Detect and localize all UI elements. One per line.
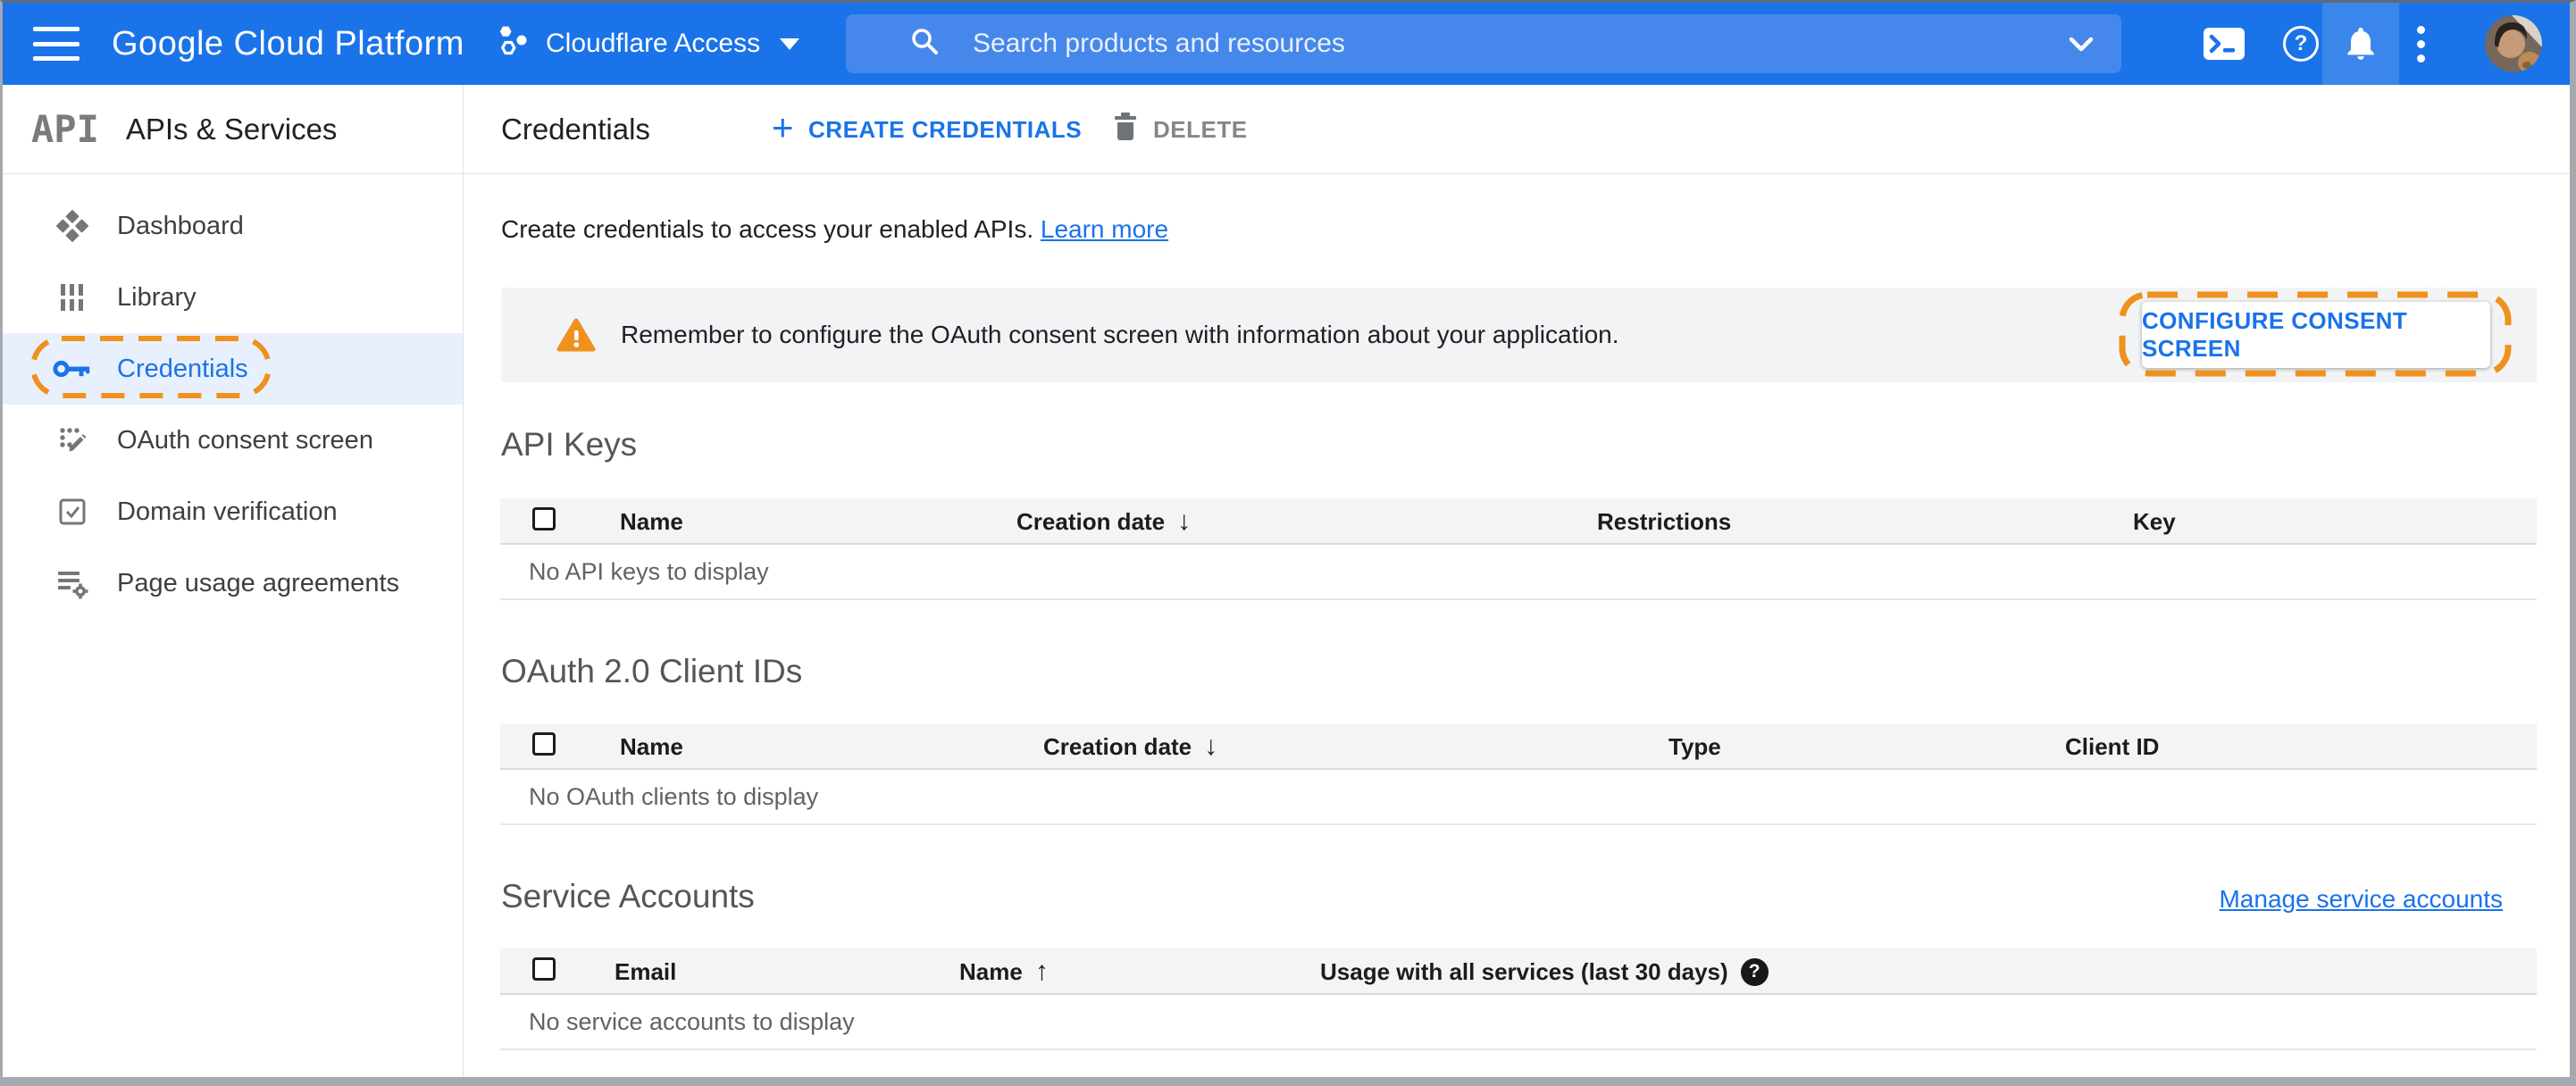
- project-caret-icon: [780, 38, 800, 50]
- column-header-creation-date[interactable]: Creation date ↓: [1043, 723, 1217, 770]
- plus-icon: +: [772, 105, 795, 148]
- column-header-creation-date[interactable]: Creation date ↓: [1016, 498, 1191, 545]
- user-avatar[interactable]: [2485, 15, 2542, 72]
- project-name: Cloudflare Access: [546, 29, 761, 58]
- browser-window: Google Cloud Platform Cloudflare Access: [0, 0, 2576, 1086]
- trash-icon: [1112, 111, 1139, 149]
- table-header-row: Name Creation date ↓ Type Client ID: [500, 723, 2537, 770]
- empty-state-row: No OAuth clients to display: [500, 770, 2537, 825]
- empty-state-row: No API keys to display: [500, 545, 2537, 600]
- configure-consent-screen-button[interactable]: CONFIGURE CONSENT SCREEN: [2142, 302, 2490, 368]
- table-header-row: Email Name ↑ Usage with all services (la…: [500, 948, 2537, 995]
- library-icon: [53, 281, 92, 313]
- column-header-name[interactable]: Name ↑: [959, 948, 1049, 995]
- sidebar-header: API APIs & Services: [3, 85, 463, 174]
- sidebar-item-domain-verification[interactable]: Domain verification: [3, 476, 463, 547]
- page-toolbar: Credentials + CREATE CREDENTIALS DELETE: [464, 85, 2570, 174]
- help-filled-icon[interactable]: ?: [1740, 957, 1769, 986]
- manage-service-accounts-link[interactable]: Manage service accounts: [2219, 885, 2503, 914]
- oauth-clients-table: Name Creation date ↓ Type Client ID No O…: [500, 723, 2537, 825]
- gcp-logo[interactable]: Google Cloud Platform: [112, 3, 464, 85]
- api-product-logo: API: [31, 107, 99, 151]
- sidebar-title: APIs & Services: [125, 112, 338, 146]
- section-title-api-keys: API Keys: [501, 426, 638, 463]
- consent-warning-banner: Remember to configure the OAuth consent …: [501, 288, 2537, 382]
- create-credentials-button[interactable]: + CREATE CREDENTIALS: [772, 85, 1082, 174]
- menu-icon[interactable]: [33, 27, 79, 61]
- sidebar-item-dashboard[interactable]: Dashboard: [3, 190, 463, 262]
- top-app-bar: Google Cloud Platform Cloudflare Access: [3, 3, 2570, 85]
- sidebar-item-library[interactable]: Library: [3, 262, 463, 333]
- sort-asc-icon: ↑: [1034, 957, 1049, 986]
- sort-desc-icon: ↓: [1177, 506, 1192, 536]
- sidebar-item-label: Domain verification: [117, 497, 338, 526]
- sidebar-item-page-usage-agreements[interactable]: Page usage agreements: [3, 547, 463, 619]
- page-title: Credentials: [501, 113, 650, 146]
- column-header-type[interactable]: Type: [1669, 723, 1721, 770]
- oauth-consent-icon: [53, 425, 92, 455]
- empty-state-row: No service accounts to display: [500, 995, 2537, 1050]
- search-bar[interactable]: [846, 14, 2121, 73]
- banner-message: Remember to configure the OAuth consent …: [621, 321, 1619, 348]
- dashboard-icon: [53, 210, 92, 242]
- select-all-checkbox[interactable]: [532, 732, 556, 756]
- intro-text: Create credentials to access your enable…: [501, 215, 1169, 243]
- select-all-checkbox[interactable]: [532, 957, 556, 981]
- delete-button[interactable]: DELETE: [1112, 85, 1248, 174]
- sidebar-item-oauth-consent-screen[interactable]: OAuth consent screen: [3, 405, 463, 476]
- section-title-oauth-clients: OAuth 2.0 Client IDs: [501, 653, 803, 689]
- section-title-service-accounts: Service Accounts: [501, 878, 755, 915]
- sidebar-nav: Dashboard Library Credentials OAuth cons…: [3, 174, 463, 619]
- sort-desc-icon: ↓: [1204, 731, 1218, 761]
- search-input[interactable]: [971, 28, 2121, 60]
- sidebar-item-label: Dashboard: [117, 211, 244, 240]
- main-content: Credentials + CREATE CREDENTIALS DELETE …: [464, 85, 2570, 1077]
- search-expand-chevron-icon[interactable]: [2068, 36, 2095, 58]
- api-keys-table: Name Creation date ↓ Restrictions Key No…: [500, 498, 2537, 600]
- service-accounts-table: Email Name ↑ Usage with all services (la…: [500, 948, 2537, 1050]
- search-icon: [910, 27, 941, 62]
- select-all-checkbox[interactable]: [532, 507, 556, 530]
- column-header-name[interactable]: Name: [620, 498, 683, 545]
- column-header-email[interactable]: Email: [615, 948, 676, 995]
- sidebar-item-label: OAuth consent screen: [117, 425, 373, 455]
- more-options-icon[interactable]: [2402, 3, 2439, 85]
- column-header-restrictions[interactable]: Restrictions: [1597, 498, 1731, 545]
- sidebar-item-credentials[interactable]: Credentials: [3, 333, 463, 405]
- sidebar-item-label: Credentials: [117, 354, 248, 383]
- warning-icon: [556, 317, 596, 357]
- project-hexagon-icon: [496, 25, 531, 63]
- notifications-bell-icon[interactable]: [2322, 3, 2399, 85]
- column-header-name[interactable]: Name: [620, 723, 683, 770]
- sidebar-item-label: Page usage agreements: [117, 568, 399, 597]
- column-header-client-id[interactable]: Client ID: [2065, 723, 2159, 770]
- key-icon: [53, 356, 92, 381]
- project-selector[interactable]: Cloudflare Access: [496, 3, 800, 85]
- learn-more-link[interactable]: Learn more: [1041, 215, 1168, 243]
- cloud-shell-icon[interactable]: [2193, 3, 2255, 85]
- column-header-usage[interactable]: Usage with all services (last 30 days) ?: [1320, 948, 1769, 995]
- table-header-row: Name Creation date ↓ Restrictions Key: [500, 498, 2537, 545]
- checkbox-verified-icon: [53, 497, 92, 527]
- list-settings-icon: [53, 567, 92, 599]
- column-header-key[interactable]: Key: [2133, 498, 2176, 545]
- sidebar: API APIs & Services Dashboard Library Cr…: [3, 85, 464, 1077]
- sidebar-item-label: Library: [117, 282, 197, 312]
